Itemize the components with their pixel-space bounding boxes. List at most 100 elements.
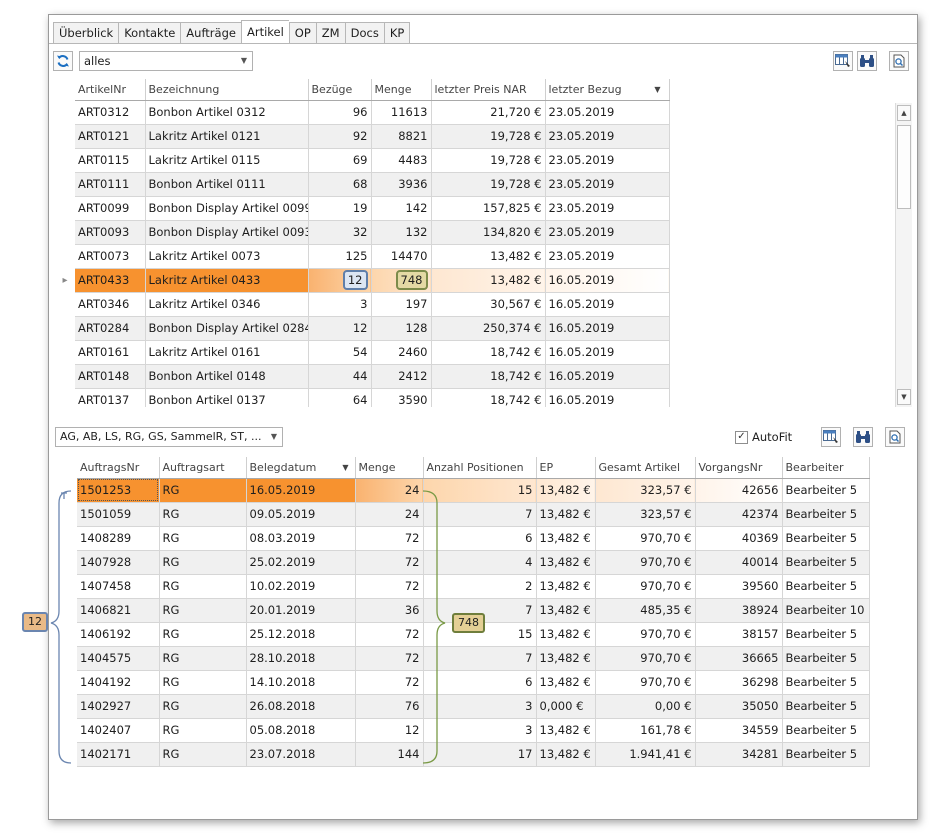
cell-menge[interactable]: 72 bbox=[355, 526, 424, 551]
cell-vorgangsnr[interactable]: 40014 bbox=[695, 550, 783, 575]
cell-bezeichnung[interactable]: Bonbon Display Artikel 0099 bbox=[145, 196, 309, 221]
cell-auftragsnr[interactable]: 1501059 bbox=[77, 502, 160, 527]
cell-bezeichnung[interactable]: Lakritz Artikel 0115 bbox=[145, 148, 309, 173]
order-row[interactable]: 1404192 RG 14.10.2018 72 6 13,482 €970,70 €36… bbox=[55, 670, 870, 695]
cell-menge[interactable]: 11613 bbox=[371, 100, 432, 125]
cell-bezuege[interactable]: 69 bbox=[308, 148, 372, 173]
cell-bearbeiter[interactable]: Bearbeiter 5 bbox=[782, 550, 870, 575]
cell-auftragsart[interactable]: RG bbox=[159, 502, 247, 527]
cell-menge[interactable]: 132 bbox=[371, 220, 432, 245]
cell-auftragsart[interactable]: RG bbox=[159, 526, 247, 551]
cell-artikelnr[interactable]: ART0312 bbox=[75, 100, 146, 125]
cell-bearbeiter[interactable]: Bearbeiter 5 bbox=[782, 694, 870, 719]
cell-preis[interactable]: 18,742 € bbox=[431, 364, 546, 389]
col-letzter-preis[interactable]: letzter Preis NAR bbox=[431, 79, 546, 101]
cell-vorgangsnr[interactable]: 40369 bbox=[695, 526, 783, 551]
cell-menge[interactable]: 72 bbox=[355, 574, 424, 599]
refresh-button[interactable] bbox=[53, 51, 73, 71]
col-auftragsart[interactable]: Auftragsart bbox=[159, 457, 247, 479]
col-menge[interactable]: Menge bbox=[371, 79, 432, 101]
cell-auftragsnr[interactable]: 1408289 bbox=[77, 526, 160, 551]
cell-menge[interactable]: 197 bbox=[371, 292, 432, 317]
cell-bezeichnung[interactable]: Lakritz Artikel 0073 bbox=[145, 244, 309, 269]
article-row[interactable]: ART0121 Lakritz Artikel 0121 92 8821 19,728 … bbox=[55, 124, 670, 149]
cell-belegdatum[interactable]: 16.05.2019 bbox=[246, 478, 356, 503]
cell-bezuege[interactable]: 68 bbox=[308, 172, 372, 197]
cell-ep[interactable]: 0,000 € bbox=[536, 694, 596, 719]
cell-bezeichnung[interactable]: Bonbon Artikel 0312 bbox=[145, 100, 309, 125]
cell-preis[interactable]: 13,482 € bbox=[431, 268, 546, 293]
cell-auftragsart[interactable]: RG bbox=[159, 598, 247, 623]
cell-ep[interactable]: 13,482 € bbox=[536, 670, 596, 695]
col-bezeichnung[interactable]: Bezeichnung bbox=[145, 79, 309, 101]
cell-artikelnr[interactable]: ART0148 bbox=[75, 364, 146, 389]
cell-menge[interactable]: 8821 bbox=[371, 124, 432, 149]
cell-auftragsart[interactable]: RG bbox=[159, 742, 247, 767]
cell-auftragsnr[interactable]: 1407928 bbox=[77, 550, 160, 575]
search-button[interactable] bbox=[857, 51, 877, 71]
tab-zm[interactable]: ZM bbox=[315, 22, 345, 43]
article-row[interactable]: ART0115 Lakritz Artikel 0115 69 4483 19,728 … bbox=[55, 148, 670, 173]
cell-auftragsart[interactable]: RG bbox=[159, 670, 247, 695]
cell-auftragsart[interactable]: RG bbox=[159, 694, 247, 719]
cell-gesamt[interactable]: 323,57 € bbox=[595, 502, 696, 527]
col-bezuege[interactable]: Bezüge bbox=[308, 79, 372, 101]
cell-positionen[interactable]: 3 bbox=[423, 694, 537, 719]
cell-bezuege[interactable]: 32 bbox=[308, 220, 372, 245]
order-row[interactable]: 1408289 RG 08.03.2019 72 6 13,482 €970,70 €40… bbox=[55, 526, 870, 551]
cell-preis[interactable]: 19,728 € bbox=[431, 172, 546, 197]
cell-ep[interactable]: 13,482 € bbox=[536, 574, 596, 599]
article-row[interactable]: ART0284 Bonbon Display Artikel 0284 12 128 2… bbox=[55, 316, 670, 341]
cell-vorgangsnr[interactable]: 34559 bbox=[695, 718, 783, 743]
cell-bezuege[interactable]: 19 bbox=[308, 196, 372, 221]
cell-bezug[interactable]: 16.05.2019 bbox=[545, 268, 670, 293]
cell-positionen[interactable]: 7 bbox=[423, 502, 537, 527]
cell-auftragsart[interactable]: RG bbox=[159, 574, 247, 599]
cell-vorgangsnr[interactable]: 39560 bbox=[695, 574, 783, 599]
cell-ep[interactable]: 13,482 € bbox=[536, 646, 596, 671]
article-row[interactable]: ART0312 Bonbon Artikel 0312 96 11613 21,720 … bbox=[55, 100, 670, 125]
cell-artikelnr[interactable]: ART0137 bbox=[75, 388, 146, 407]
col-auftragsnr[interactable]: AuftragsNr bbox=[77, 457, 160, 479]
print-preview-button[interactable] bbox=[889, 51, 909, 71]
cell-artikelnr[interactable]: ART0111 bbox=[75, 172, 146, 197]
column-chooser-button[interactable] bbox=[833, 51, 853, 71]
cell-bezuege[interactable]: 12 bbox=[308, 268, 372, 293]
cell-belegdatum[interactable]: 25.12.2018 bbox=[246, 622, 356, 647]
cell-belegdatum[interactable]: 09.05.2019 bbox=[246, 502, 356, 527]
cell-artikelnr[interactable]: ART0093 bbox=[75, 220, 146, 245]
cell-bearbeiter[interactable]: Bearbeiter 10 bbox=[782, 598, 870, 623]
cell-belegdatum[interactable]: 25.02.2019 bbox=[246, 550, 356, 575]
cell-bezug[interactable]: 16.05.2019 bbox=[545, 292, 670, 317]
cell-positionen[interactable]: 6 bbox=[423, 670, 537, 695]
cell-vorgangsnr[interactable]: 38924 bbox=[695, 598, 783, 623]
cell-positionen[interactable]: 2 bbox=[423, 574, 537, 599]
cell-bezug[interactable]: 23.05.2019 bbox=[545, 244, 670, 269]
cell-ep[interactable]: 13,482 € bbox=[536, 718, 596, 743]
article-row[interactable]: ART0346 Lakritz Artikel 0346 3 197 30,567 €1… bbox=[55, 292, 670, 317]
cell-belegdatum[interactable]: 26.08.2018 bbox=[246, 694, 356, 719]
cell-bezuege[interactable]: 54 bbox=[308, 340, 372, 365]
cell-menge[interactable]: 4483 bbox=[371, 148, 432, 173]
cell-artikelnr[interactable]: ART0115 bbox=[75, 148, 146, 173]
cell-positionen[interactable]: 3 bbox=[423, 718, 537, 743]
cell-bearbeiter[interactable]: Bearbeiter 5 bbox=[782, 670, 870, 695]
cell-bezuege[interactable]: 12 bbox=[308, 316, 372, 341]
order-row[interactable]: 1402407 RG 05.08.2018 12 3 13,482 €161,78 €34… bbox=[55, 718, 870, 743]
cell-ep[interactable]: 13,482 € bbox=[536, 550, 596, 575]
cell-positionen[interactable]: 4 bbox=[423, 550, 537, 575]
cell-menge[interactable]: 2412 bbox=[371, 364, 432, 389]
cell-ep[interactable]: 13,482 € bbox=[536, 526, 596, 551]
cell-bezug[interactable]: 23.05.2019 bbox=[545, 148, 670, 173]
cell-menge[interactable]: 24 bbox=[355, 502, 424, 527]
cell-bearbeiter[interactable]: Bearbeiter 5 bbox=[782, 646, 870, 671]
cell-bezug[interactable]: 23.05.2019 bbox=[545, 100, 670, 125]
cell-ep[interactable]: 13,482 € bbox=[536, 598, 596, 623]
cell-bezuege[interactable]: 3 bbox=[308, 292, 372, 317]
scroll-up-icon[interactable]: ▲ bbox=[897, 105, 911, 121]
autofit-checkbox[interactable]: ✓ AutoFit bbox=[735, 430, 792, 444]
cell-gesamt[interactable]: 970,70 € bbox=[595, 550, 696, 575]
tab-kp[interactable]: KP bbox=[383, 22, 411, 43]
cell-bezug[interactable]: 23.05.2019 bbox=[545, 172, 670, 197]
search-button-2[interactable] bbox=[853, 427, 873, 447]
